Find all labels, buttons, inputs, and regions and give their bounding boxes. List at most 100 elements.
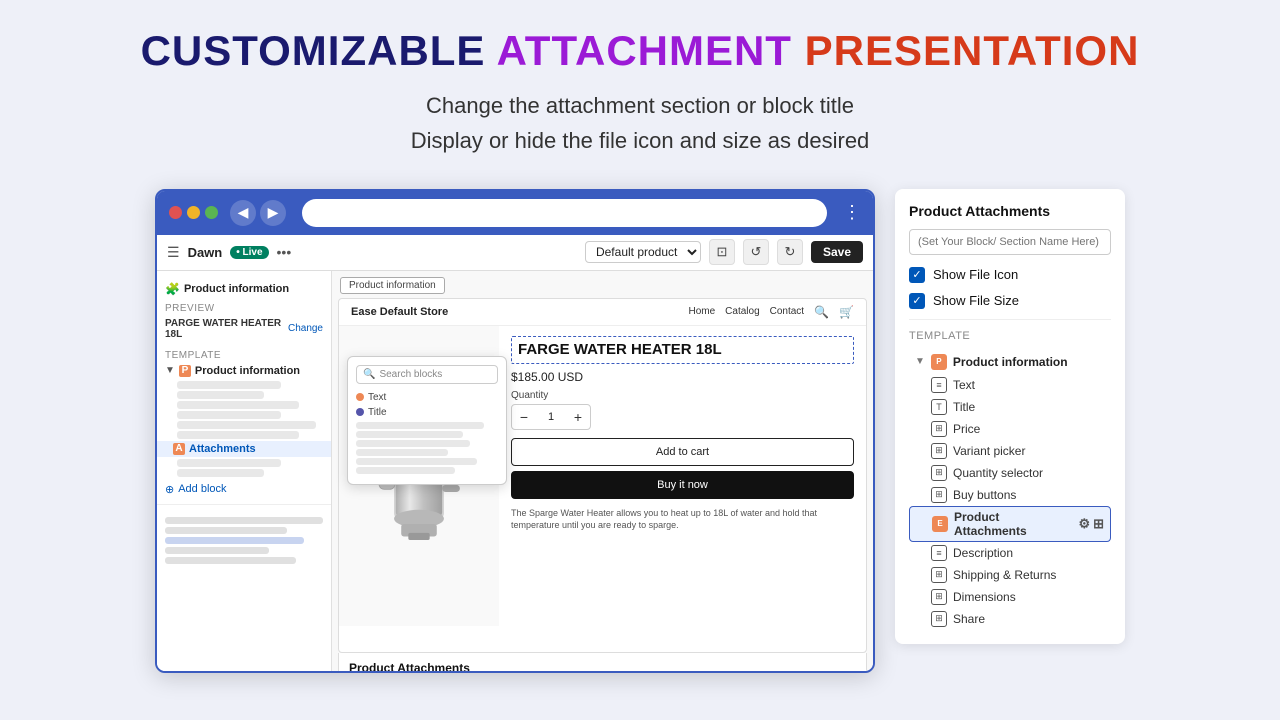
bottom-placeholder-4: [165, 547, 269, 554]
tree-price-icon: ⊞: [931, 421, 947, 437]
checkmark-icon: ✓: [912, 268, 921, 281]
expand-icon: ▼: [165, 365, 175, 376]
sidebar-placeholder-5: [177, 421, 316, 429]
change-button[interactable]: Change: [288, 323, 323, 334]
product-title: FARGE WATER HEATER 18L: [518, 341, 847, 359]
show-icon-checkbox[interactable]: ✓: [909, 267, 925, 283]
browser-menu-icon[interactable]: ⋮: [843, 202, 861, 223]
right-panel: Product Attachments ✓ Show File Icon ✓ S…: [895, 189, 1125, 644]
quantity-label: Quantity: [511, 390, 854, 401]
search-input-mock[interactable]: 🔍 Search blocks: [356, 365, 498, 384]
qty-plus-button[interactable]: +: [566, 405, 590, 429]
browser-dots: [169, 206, 218, 219]
tree-title-label: Title: [953, 400, 975, 414]
checkmark-size-icon: ✓: [912, 294, 921, 307]
attachments-sidebar-label: Attachments: [189, 443, 256, 455]
bottom-placeholder-1: [165, 517, 323, 524]
template-name: Product information: [195, 365, 300, 377]
tree-title[interactable]: T Title: [909, 396, 1111, 418]
product-info-breadcrumb: Product information: [340, 277, 445, 294]
hero-title: CUSTOMIZABLE ATTACHMENT PRESENTATION: [40, 28, 1240, 74]
show-size-checkbox[interactable]: ✓: [909, 293, 925, 309]
sidebar-placeholder-2: [177, 391, 264, 399]
hero-title-word2: ATTACHMENT: [497, 27, 792, 74]
hero-title-word3: PRESENTATION: [805, 27, 1140, 74]
save-button[interactable]: Save: [811, 241, 863, 263]
section-name-input[interactable]: [909, 229, 1111, 255]
template-label: TEMPLATE: [157, 346, 331, 363]
tree-attachments-label: Product Attachments: [954, 510, 1072, 538]
preview-icon[interactable]: ⊡: [709, 239, 735, 265]
attachments-sidebar-item[interactable]: A Attachments: [157, 441, 331, 457]
template-product-info[interactable]: ▼ P Product information: [157, 363, 331, 379]
search-result-placeholder-3: [356, 440, 470, 447]
result-dot-1: [356, 393, 364, 401]
nav-home[interactable]: Home: [688, 306, 715, 317]
back-button[interactable]: ◀: [230, 200, 256, 226]
tree-dimensions[interactable]: ⊞ Dimensions: [909, 586, 1111, 608]
panel-title: Product Attachments: [909, 203, 1111, 219]
maximize-dot[interactable]: [205, 206, 218, 219]
attachment-sidebar-icon: A: [173, 443, 185, 455]
tree-product-attachments[interactable]: E Product Attachments ⚙ ⊞: [909, 506, 1111, 542]
tree-description[interactable]: ≡ Description: [909, 542, 1111, 564]
tree-variant-picker[interactable]: ⊞ Variant picker: [909, 440, 1111, 462]
address-bar[interactable]: [302, 199, 827, 227]
search-magnifier-icon: 🔍: [363, 369, 375, 380]
tree-share-icon: ⊞: [931, 611, 947, 627]
qty-minus-button[interactable]: −: [512, 405, 536, 429]
tree-product-info[interactable]: ▼ P Product information: [909, 350, 1111, 374]
search-result-2[interactable]: Title: [356, 405, 498, 420]
search-result-1[interactable]: Text: [356, 390, 498, 405]
preview-label: PREVIEW: [157, 299, 331, 316]
cart-icon[interactable]: 🛒: [839, 305, 854, 319]
result-label-1: Text: [368, 392, 386, 403]
template-section-label: TEMPLATE: [909, 330, 1111, 342]
tree-buy-icon: ⊞: [931, 487, 947, 503]
search-result-placeholder-2: [356, 431, 463, 438]
tree-shipping-label: Shipping & Returns: [953, 568, 1056, 582]
tree-quantity-selector[interactable]: ⊞ Quantity selector: [909, 462, 1111, 484]
browser-chrome: ◀ ▶ ⋮: [157, 191, 873, 235]
tree-shipping[interactable]: ⊞ Shipping & Returns: [909, 564, 1111, 586]
tree-description-label: Description: [953, 546, 1013, 560]
search-result-placeholder-4: [356, 449, 448, 456]
editor-content: Product information Ease Default Store H…: [332, 271, 873, 671]
template-icon: P: [179, 365, 191, 377]
redo-icon[interactable]: ↻: [777, 239, 803, 265]
add-block-button[interactable]: ⊕ Add block: [157, 479, 331, 500]
tree-buy-buttons[interactable]: ⊞ Buy buttons: [909, 484, 1111, 506]
forward-button[interactable]: ▶: [260, 200, 286, 226]
bottom-placeholder-5: [165, 557, 296, 564]
buy-now-button[interactable]: Buy it now: [511, 471, 854, 499]
tree-share-label: Share: [953, 612, 985, 626]
close-dot[interactable]: [169, 206, 182, 219]
add-to-cart-button[interactable]: Add to cart: [511, 438, 854, 466]
quantity-control: − 1 +: [511, 404, 591, 430]
nav-contact[interactable]: Contact: [770, 306, 804, 317]
tree-product-info-label: Product information: [953, 355, 1068, 369]
editor-bar: ☰ Dawn • Live ••• Default product ⊡ ↺ ↻ …: [157, 235, 873, 271]
nav-catalog[interactable]: Catalog: [725, 306, 759, 317]
product-selector[interactable]: Default product: [585, 241, 701, 263]
undo-icon[interactable]: ↺: [743, 239, 769, 265]
tree-expand-icon: ▼: [915, 356, 925, 367]
editor-more-icon[interactable]: •••: [277, 244, 292, 260]
tree-price[interactable]: ⊞ Price: [909, 418, 1111, 440]
search-icon[interactable]: 🔍: [814, 305, 829, 319]
live-badge: • Live: [230, 246, 268, 259]
browser-nav: ◀ ▶: [230, 200, 286, 226]
tree-share[interactable]: ⊞ Share: [909, 608, 1111, 630]
sidebar-toggle-icon[interactable]: ☰: [167, 244, 180, 261]
tree-product-info-icon: P: [931, 354, 947, 370]
tree-text[interactable]: ≡ Text: [909, 374, 1111, 396]
search-result-placeholder-1: [356, 422, 484, 429]
editor-layout: 🧩 Product information PREVIEW PARGE WATE…: [157, 271, 873, 671]
minimize-dot[interactable]: [187, 206, 200, 219]
tree-price-label: Price: [953, 422, 980, 436]
tree-gear-settings[interactable]: ⚙ ⊞: [1078, 516, 1104, 532]
bottom-placeholder-2: [165, 527, 287, 534]
add-icon: ⊕: [165, 483, 174, 496]
tree-variant-icon: ⊞: [931, 443, 947, 459]
product-price: $185.00 USD: [511, 370, 854, 384]
